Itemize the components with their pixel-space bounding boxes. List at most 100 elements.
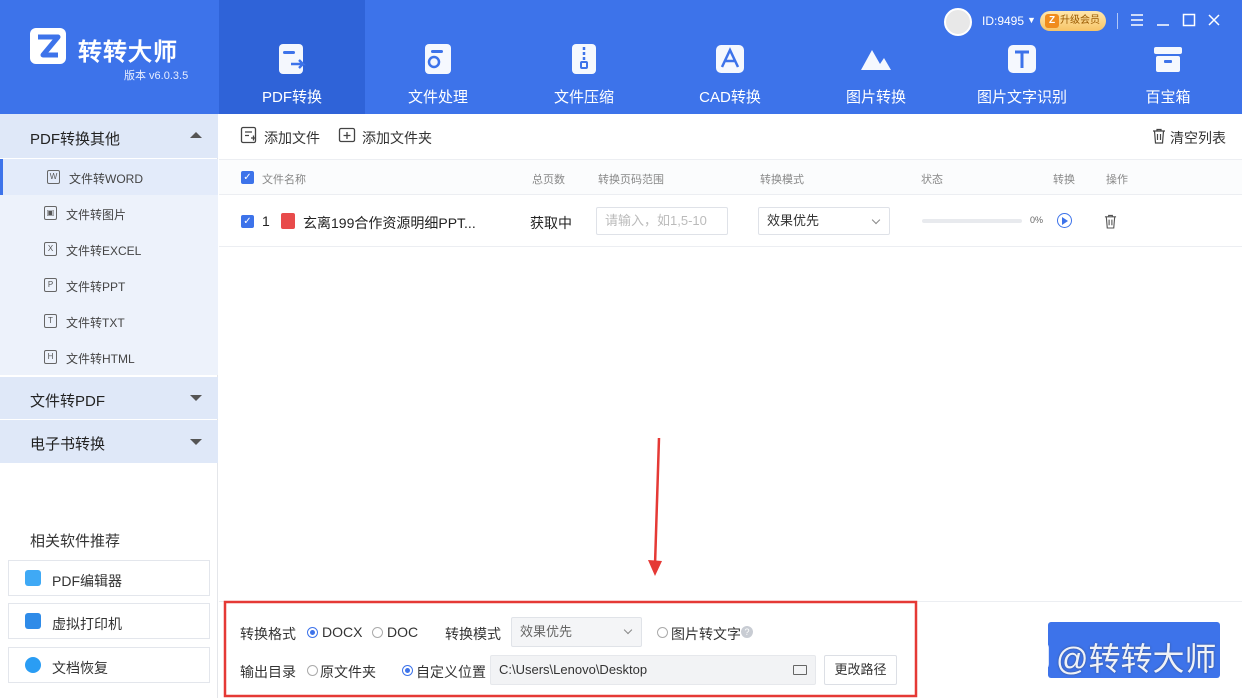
sidebar-item-label: 文件转TXT	[66, 314, 125, 331]
vip-badge-icon: Z	[1045, 14, 1059, 28]
output-source-folder-radio[interactable]	[307, 665, 318, 676]
ppt-file-icon: P	[44, 278, 57, 292]
col-pages: 总页数	[532, 171, 565, 187]
image-convert-icon	[859, 42, 893, 76]
mode-label: 转换模式	[445, 624, 501, 644]
select-all-checkbox[interactable]: ✓	[241, 171, 254, 184]
html-file-icon: H	[44, 350, 57, 364]
excel-file-icon: X	[44, 242, 57, 256]
ocr-label[interactable]: 图片转文字	[671, 624, 741, 644]
convert-mode-select[interactable]: 效果优先	[758, 207, 890, 235]
add-folder-button[interactable]: 添加文件夹	[338, 126, 438, 148]
col-mode: 转换模式	[760, 171, 804, 187]
sidebar-group-pdf-convert-other[interactable]: PDF转换其他	[0, 114, 218, 158]
vip-label: 升级会员	[1060, 15, 1100, 26]
recommend-doc-recovery[interactable]: 文档恢复	[8, 647, 210, 683]
file-name: 玄离199合作资源明细PPT...	[303, 213, 476, 233]
tab-label: 图片转换	[803, 86, 949, 107]
chevron-down-icon	[624, 626, 632, 634]
sidebar-group-label: 电子书转换	[30, 433, 105, 454]
clear-list-button[interactable]: 清空列表	[1152, 126, 1232, 148]
format-docx-radio[interactable]	[307, 627, 318, 638]
format-doc-radio[interactable]	[372, 627, 383, 638]
tab-image-convert[interactable]: 图片转换	[803, 0, 949, 114]
change-path-button[interactable]: 更改路径	[824, 655, 897, 685]
add-file-label: 添加文件	[264, 128, 320, 148]
row-index: 1	[262, 213, 270, 229]
recommend-virtual-printer[interactable]: 虚拟打印机	[8, 603, 210, 639]
annotation-arrow	[655, 438, 659, 565]
sidebar-item-to-word[interactable]: W 文件转WORD	[0, 159, 218, 195]
output-source-folder-label[interactable]: 原文件夹	[320, 662, 376, 682]
printer-icon	[25, 613, 41, 629]
add-file-button[interactable]: 添加文件	[240, 126, 330, 148]
col-convert: 转换	[1053, 171, 1075, 187]
row-checkbox[interactable]: ✓	[241, 215, 254, 228]
sidebar-group-ebook-convert[interactable]: 电子书转换	[0, 420, 218, 463]
trash-icon	[1152, 128, 1166, 144]
user-id[interactable]: ID:9495	[982, 14, 1024, 28]
chevron-down-icon	[872, 216, 880, 224]
ocr-radio[interactable]	[657, 627, 668, 638]
minimize-icon[interactable]	[1155, 12, 1171, 28]
folder-icon[interactable]	[793, 665, 807, 675]
sidebar-item-label: 文件转HTML	[66, 350, 135, 367]
upgrade-vip-button[interactable]: Z 升级会员	[1040, 11, 1106, 31]
chevron-up-icon	[190, 132, 202, 138]
sidebar-item-to-ppt[interactable]: P 文件转PPT	[0, 267, 218, 303]
word-file-icon: W	[47, 170, 60, 184]
recommend-pdf-editor[interactable]: PDF编辑器	[8, 560, 210, 596]
tab-label: 百宝箱	[1095, 86, 1241, 107]
pdf-file-icon	[281, 213, 295, 229]
sidebar-item-to-html[interactable]: H 文件转HTML	[0, 339, 218, 375]
image-file-icon: ▣	[44, 206, 57, 220]
sidebar-item-to-txt[interactable]: T 文件转TXT	[0, 303, 218, 339]
cad-icon	[713, 42, 747, 76]
sidebar: PDF转换其他 W 文件转WORD ▣ 文件转图片 X 文件转EXCEL P 文…	[0, 114, 218, 698]
file-process-icon	[421, 42, 455, 76]
app-brand: 转转大师	[78, 32, 178, 67]
zip-icon	[567, 42, 601, 76]
progress-bar	[922, 219, 1022, 223]
tab-file-process[interactable]: 文件处理	[365, 0, 511, 114]
tab-label: 文件处理	[365, 86, 511, 107]
output-custom-label[interactable]: 自定义位置	[416, 662, 486, 682]
progress-text: 0%	[1030, 215, 1043, 225]
tab-file-compress[interactable]: 文件压缩	[511, 0, 657, 114]
maximize-icon[interactable]	[1181, 12, 1197, 28]
tab-label: CAD转换	[657, 86, 803, 107]
bottom-mode-select[interactable]: 效果优先	[511, 617, 642, 647]
play-icon[interactable]	[1057, 213, 1072, 228]
output-label: 输出目录	[240, 662, 296, 682]
chevron-down-icon	[190, 439, 202, 445]
output-custom-radio[interactable]	[402, 665, 413, 676]
format-docx-label[interactable]: DOCX	[322, 624, 362, 640]
close-icon[interactable]	[1206, 12, 1222, 28]
delete-icon[interactable]	[1104, 214, 1117, 229]
sidebar-item-to-excel[interactable]: X 文件转EXCEL	[0, 231, 218, 267]
clear-list-label: 清空列表	[1170, 128, 1226, 148]
tab-cad-convert[interactable]: CAD转换	[657, 0, 803, 114]
add-folder-label: 添加文件夹	[362, 128, 432, 148]
ocr-icon	[1005, 42, 1039, 76]
file-table-header: ✓ 文件名称 总页数 转换页码范围 转换模式 状态 转换 操作	[219, 159, 1242, 195]
col-name: 文件名称	[262, 171, 306, 187]
format-doc-label[interactable]: DOC	[387, 624, 418, 640]
sidebar-group-label: PDF转换其他	[30, 128, 120, 149]
help-icon[interactable]: ?	[741, 626, 753, 638]
tab-pdf-convert[interactable]: PDF转换	[219, 0, 365, 114]
avatar[interactable]	[944, 8, 972, 36]
sidebar-group-file-to-pdf[interactable]: 文件转PDF	[0, 377, 218, 419]
recommend-label: 文档恢复	[52, 658, 108, 678]
user-menu-caret-icon[interactable]: ▼	[1027, 15, 1036, 25]
chevron-down-icon	[190, 395, 202, 401]
bottom-mode-value: 效果优先	[520, 624, 572, 639]
recommend-label: PDF编辑器	[52, 571, 122, 591]
output-path-field[interactable]: C:\Users\Lenovo\Desktop	[490, 655, 816, 685]
table-row[interactable]: ✓ 1 玄离199合作资源明细PPT... 获取中 请输入，如1,5-10 效果…	[219, 195, 1242, 247]
page-range-input[interactable]: 请输入，如1,5-10	[596, 207, 728, 235]
watermark-text: @转转大师	[1056, 634, 1217, 680]
sidebar-item-to-image[interactable]: ▣ 文件转图片	[0, 195, 218, 231]
recommend-label: 虚拟打印机	[52, 614, 122, 634]
menu-icon[interactable]	[1129, 12, 1145, 28]
